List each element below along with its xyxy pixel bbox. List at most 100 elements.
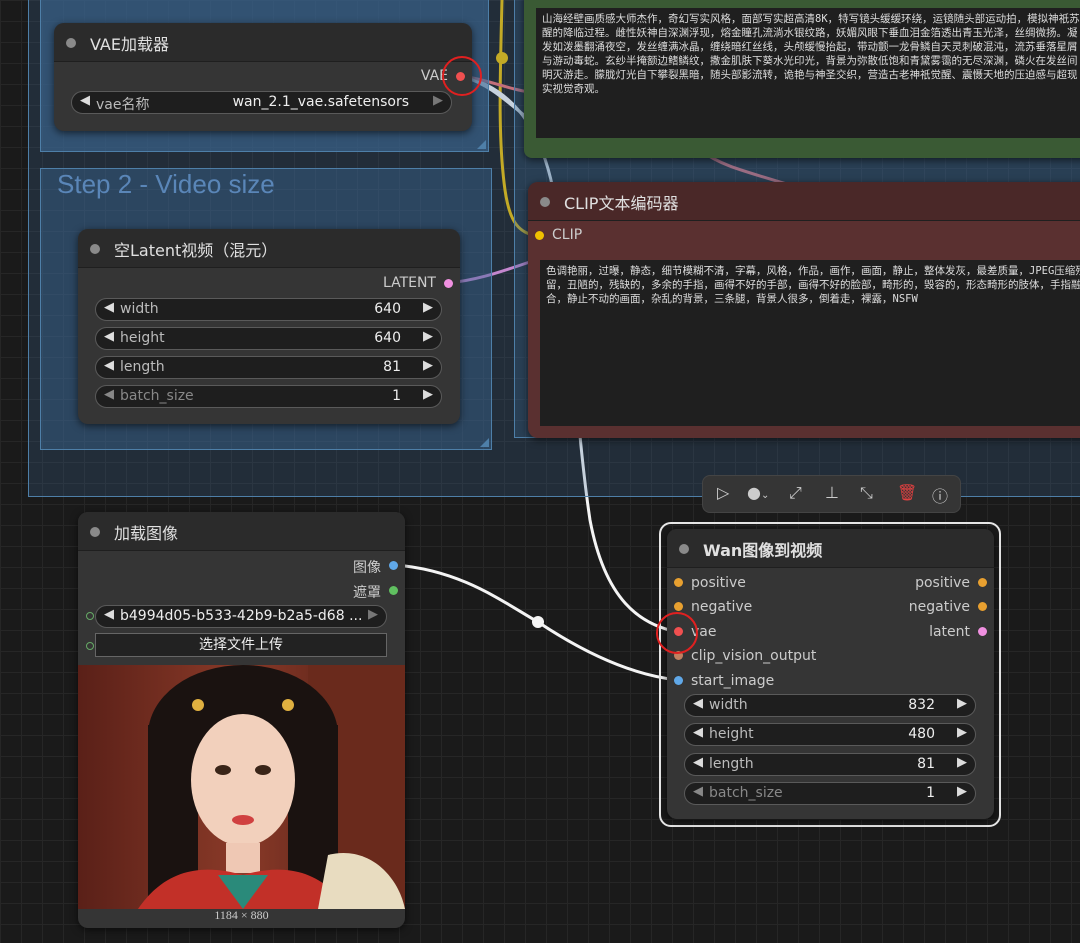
widget-label: width — [709, 697, 748, 713]
delete-icon[interactable]: 🗑 — [897, 483, 917, 502]
upload-button[interactable]: 选择文件上传 — [95, 633, 387, 657]
node-header[interactable]: VAE加载器 — [54, 23, 472, 62]
positive-output-slot[interactable] — [978, 578, 987, 587]
arrow-right-icon[interactable]: ▶ — [423, 300, 433, 315]
highlight-circle — [442, 56, 482, 96]
image-output-slot[interactable] — [389, 561, 398, 570]
clip-input-slot[interactable] — [535, 231, 544, 240]
load-image-node[interactable]: 加载图像 图像 遮罩 ◀ b4994d05-b533-42b9-b2a5-d68… — [78, 512, 405, 928]
arrow-right-icon[interactable]: ▶ — [957, 696, 967, 711]
arrow-left-icon[interactable]: ◀ — [80, 93, 90, 108]
color-dot-icon[interactable]: ●⌄ — [747, 483, 769, 502]
arrow-left-icon[interactable]: ◀ — [693, 755, 703, 770]
node-toolbar: ▷ ●⌄ ⤢ ⊥ ⤡ 🗑 ⓘ — [702, 475, 961, 513]
arrow-right-icon[interactable]: ▶ — [957, 755, 967, 770]
widget-value: 81 — [917, 756, 935, 772]
arrow-left-icon[interactable]: ◀ — [693, 696, 703, 711]
arrow-left-icon[interactable]: ◀ — [104, 300, 114, 315]
widget-input-dot[interactable] — [86, 612, 94, 620]
start-image-input-slot[interactable] — [674, 676, 683, 685]
arrow-right-icon[interactable]: ▶ — [423, 387, 433, 402]
collapse-dot-icon[interactable] — [66, 38, 76, 48]
positive-prompt-text[interactable]: 山海经壁画质感大师杰作，奇幻写实风格，面部写实超高清8K，特写镜头缓缓环绕，运镜… — [536, 8, 1080, 138]
clip-text-encode-node[interactable]: CLIP文本编码器 CLIP 色调艳丽，过曝，静态，细节模糊不清，字幕，风格，作… — [528, 182, 1080, 438]
start-image-input-label: start_image — [691, 673, 775, 689]
width-widget[interactable]: ◀ width 640 ▶ — [95, 298, 442, 321]
group-resize-corner[interactable] — [477, 140, 486, 149]
arrow-left-icon[interactable]: ◀ — [104, 607, 114, 622]
help-icon[interactable]: ⓘ — [932, 483, 948, 507]
arrow-left-icon[interactable]: ◀ — [104, 358, 114, 373]
reroute-dot — [532, 616, 544, 628]
arrow-left-icon[interactable]: ◀ — [693, 725, 703, 740]
image-output-label: 图像 — [353, 560, 381, 576]
widget-value: 480 — [908, 726, 935, 742]
widget-value: 832 — [908, 697, 935, 713]
image-file-combo[interactable]: ◀ b4994d05-b533-42b9-b2a5-d68 ... ▶ — [95, 605, 387, 628]
widget-label: length — [120, 359, 165, 375]
mask-output-slot[interactable] — [389, 586, 398, 595]
pin-icon[interactable]: ⊥ — [825, 483, 839, 502]
height-widget[interactable]: ◀ height 480 ▶ — [684, 723, 976, 746]
negative-output-slot[interactable] — [978, 602, 987, 611]
widget-input-dot[interactable] — [86, 642, 94, 650]
negative-prompt-text[interactable]: 色调艳丽，过曝，静态，细节模糊不清，字幕，风格，作品，画作，画面，静止，整体发灰… — [540, 260, 1080, 426]
bypass-icon[interactable]: ⤢ — [789, 483, 802, 503]
widget-label: height — [120, 330, 165, 346]
latent-output-label: latent — [929, 624, 970, 640]
arrow-right-icon[interactable]: ▶ — [957, 725, 967, 740]
play-icon[interactable]: ▷ — [717, 483, 729, 502]
clip-input-label: CLIP — [552, 227, 583, 243]
height-widget[interactable]: ◀ height 640 ▶ — [95, 327, 442, 350]
widget-label: length — [709, 756, 754, 772]
length-widget[interactable]: ◀ length 81 ▶ — [95, 356, 442, 379]
widget-value: 640 — [374, 301, 401, 317]
widget-value: 1 — [392, 388, 401, 404]
image-size-label: 1184 × 880 — [214, 908, 269, 922]
latent-output-slot[interactable] — [444, 279, 453, 288]
collapse-dot-icon[interactable] — [540, 197, 550, 207]
batch-size-widget[interactable]: ◀ batch_size 1 ▶ — [95, 385, 442, 408]
image-preview — [78, 665, 405, 909]
collapse-icon[interactable]: ⤡ — [860, 483, 873, 503]
arrow-right-icon[interactable]: ▶ — [423, 329, 433, 344]
node-header[interactable]: 空Latent视频（混元） — [78, 229, 460, 268]
node-title: Wan图像到视频 — [703, 541, 823, 560]
widget-value: 81 — [383, 359, 401, 375]
negative-input-label: negative — [691, 599, 753, 615]
arrow-right-icon[interactable]: ▶ — [957, 784, 967, 799]
arrow-left-icon[interactable]: ◀ — [693, 784, 703, 799]
arrow-right-icon[interactable]: ▶ — [368, 607, 378, 622]
arrow-left-icon[interactable]: ◀ — [104, 387, 114, 402]
batch-size-widget[interactable]: ◀ batch_size 1 ▶ — [684, 782, 976, 805]
positive-prompt-node[interactable]: 山海经壁画质感大师杰作，奇幻写实风格，面部写实超高清8K，特写镜头缓缓环绕，运镜… — [524, 0, 1080, 158]
group-resize-corner[interactable] — [480, 438, 489, 447]
latent-output-slot[interactable] — [978, 627, 987, 636]
node-title: VAE加载器 — [90, 35, 169, 54]
arrow-left-icon[interactable]: ◀ — [104, 329, 114, 344]
width-widget[interactable]: ◀ width 832 ▶ — [684, 694, 976, 717]
arrow-right-icon[interactable]: ▶ — [433, 93, 443, 108]
empty-latent-video-node[interactable]: 空Latent视频（混元） LATENT ◀ width 640 ▶ ◀ hei… — [78, 229, 460, 424]
node-header[interactable]: CLIP文本编码器 — [528, 182, 1080, 221]
length-widget[interactable]: ◀ length 81 ▶ — [684, 753, 976, 776]
node-header[interactable]: Wan图像到视频 — [667, 529, 994, 568]
node-title: 空Latent视频（混元） — [114, 241, 278, 260]
clip-vision-input-label: clip_vision_output — [691, 648, 817, 664]
collapse-dot-icon[interactable] — [679, 544, 689, 554]
collapse-dot-icon[interactable] — [90, 244, 100, 254]
node-header[interactable]: 加载图像 — [78, 512, 405, 551]
positive-output-label: positive — [915, 575, 970, 591]
wan-image-to-video-node[interactable]: Wan图像到视频 positive negative vae clip_visi… — [667, 529, 994, 819]
node-title: 加载图像 — [114, 524, 179, 543]
widget-value: wan_2.1_vae.safetensors — [232, 94, 409, 110]
vae-name-combo[interactable]: ◀ vae名称 wan_2.1_vae.safetensors ▶ — [71, 91, 452, 114]
negative-input-slot[interactable] — [674, 602, 683, 611]
positive-input-slot[interactable] — [674, 578, 683, 587]
collapse-dot-icon[interactable] — [90, 527, 100, 537]
group-step2-title[interactable]: Step 2 - Video size — [57, 169, 275, 200]
vae-loader-node[interactable]: VAE加载器 VAE ◀ vae名称 wan_2.1_vae.safetenso… — [54, 23, 472, 131]
node-title: CLIP文本编码器 — [564, 194, 679, 213]
widget-label: height — [709, 726, 754, 742]
arrow-right-icon[interactable]: ▶ — [423, 358, 433, 373]
